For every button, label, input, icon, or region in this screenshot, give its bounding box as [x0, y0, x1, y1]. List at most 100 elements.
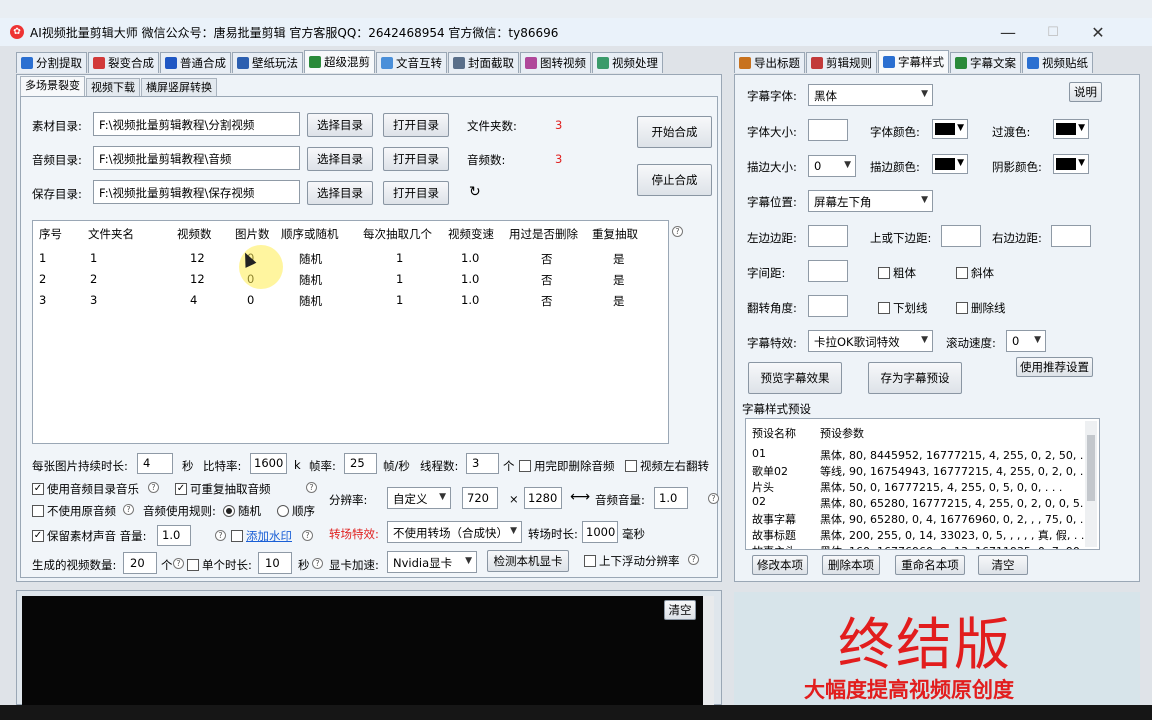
preset-row[interactable]: 01 黑体, 80, 8445952, 16777215, 4, 255, 0, …: [752, 447, 1097, 463]
res-height-input[interactable]: 1280: [524, 487, 562, 509]
position-select[interactable]: 屏幕左下角 ▼: [808, 190, 933, 212]
delete-audio-checkbox[interactable]: 用完即删除音频: [519, 458, 615, 474]
rename-preset-button[interactable]: 重命名本项: [895, 555, 965, 575]
subtab-multi-scene[interactable]: 多场景裂变: [20, 76, 85, 96]
right-margin-input[interactable]: [1051, 225, 1091, 247]
modify-preset-button[interactable]: 修改本项: [752, 555, 808, 575]
keep-volume-input[interactable]: 1.0: [157, 525, 191, 546]
help-icon[interactable]: ?: [215, 530, 226, 541]
preview-subtitle-button[interactable]: 预览字幕效果: [748, 362, 842, 394]
table-row[interactable]: 22120随机11.0否是: [33, 269, 670, 289]
save-choose-button[interactable]: 选择目录: [307, 181, 373, 205]
shadow-color-picker[interactable]: ▼: [1053, 154, 1089, 174]
help-icon[interactable]: ?: [123, 504, 134, 515]
font-select[interactable]: 黑体 ▼: [808, 84, 933, 106]
bitrate-input[interactable]: 1600: [250, 453, 287, 474]
use-audio-music-checkbox[interactable]: ✓ 使用音频目录音乐: [32, 481, 139, 497]
tb-margin-input[interactable]: [941, 225, 981, 247]
main-tab-7[interactable]: 图转视频: [520, 52, 591, 73]
help-icon[interactable]: ?: [306, 482, 317, 493]
help-icon[interactable]: ?: [173, 558, 184, 569]
clear-log-button[interactable]: 清空: [664, 600, 696, 620]
audio-open-button[interactable]: 打开目录: [383, 147, 449, 171]
help-icon[interactable]: ?: [312, 558, 323, 569]
delete-preset-button[interactable]: 删除本项: [822, 555, 880, 575]
strike-checkbox[interactable]: 删除线: [956, 300, 1006, 316]
material-dir-input[interactable]: F:\视频批量剪辑教程\分割视频: [93, 112, 300, 136]
transition-time-input[interactable]: 1000: [582, 521, 618, 543]
help-icon[interactable]: ?: [148, 482, 159, 493]
stroke-size-select[interactable]: 0 ▼: [808, 155, 856, 177]
main-tab-1[interactable]: 裂变合成: [88, 52, 159, 73]
watermark-checkbox[interactable]: 添加水印: [231, 528, 292, 544]
save-open-button[interactable]: 打开目录: [383, 181, 449, 205]
no-original-audio-checkbox[interactable]: 不使用原音频: [32, 503, 116, 519]
main-tab-6[interactable]: 封面截取: [448, 52, 519, 73]
minimize-button[interactable]: —: [988, 22, 1028, 44]
preset-row[interactable]: 片头 黑体, 50, 0, 16777215, 4, 255, 0, 5, 0, …: [752, 479, 1082, 495]
log-scrollbar[interactable]: [703, 596, 714, 705]
add-watermark-link[interactable]: 添加水印: [246, 528, 292, 544]
main-tab-3[interactable]: 壁纸玩法: [232, 52, 303, 73]
stroke-color-picker[interactable]: ▼: [932, 154, 968, 174]
bold-checkbox[interactable]: 粗体: [878, 265, 916, 281]
table-row[interactable]: 11120随机11.0否是: [33, 248, 670, 268]
main-tab-2[interactable]: 普通合成: [160, 52, 231, 73]
right-tab-0[interactable]: 导出标题: [734, 52, 805, 73]
left-margin-input[interactable]: [808, 225, 848, 247]
img-duration-input[interactable]: 4: [137, 453, 173, 474]
transition-select[interactable]: 不使用转场（合成快） ▼: [387, 521, 522, 543]
scroll-speed-select[interactable]: 0 ▼: [1006, 330, 1046, 352]
main-tab-0[interactable]: 分割提取: [16, 52, 87, 73]
clear-presets-button[interactable]: 清空: [978, 555, 1028, 575]
material-choose-button[interactable]: 选择目录: [307, 113, 373, 137]
transition-color-picker[interactable]: ▼: [1053, 119, 1089, 139]
right-tab-2[interactable]: 字幕样式: [878, 50, 949, 73]
spacing-input[interactable]: [808, 260, 848, 282]
audio-choose-button[interactable]: 选择目录: [307, 147, 373, 171]
use-recommended-button[interactable]: 使用推荐设置: [1016, 357, 1093, 377]
help-button[interactable]: 说明: [1069, 82, 1102, 102]
rotate-input[interactable]: [808, 295, 848, 317]
float-resolution-checkbox[interactable]: 上下浮动分辨率: [584, 553, 680, 569]
material-open-button[interactable]: 打开目录: [383, 113, 449, 137]
single-duration-checkbox[interactable]: 单个时长:: [187, 557, 252, 573]
refresh-icon[interactable]: ↻: [469, 184, 481, 200]
swap-icon[interactable]: ⟷: [570, 489, 590, 505]
flip-checkbox[interactable]: 视频左右翻转: [625, 458, 709, 474]
gpu-select[interactable]: Nvidia显卡 ▼: [387, 551, 477, 573]
audio-dir-input[interactable]: F:\视频批量剪辑教程\音频: [93, 146, 300, 170]
underline-checkbox[interactable]: 下划线: [878, 300, 928, 316]
count-input[interactable]: 20: [123, 552, 157, 574]
font-size-input[interactable]: [808, 119, 848, 141]
single-duration-input[interactable]: 10: [258, 552, 292, 574]
preset-row[interactable]: 02 黑体, 80, 65280, 16777215, 4, 255, 0, 2,…: [752, 495, 1097, 511]
close-button[interactable]: ✕: [1078, 22, 1118, 44]
effect-select[interactable]: 卡拉OK歌词特效 ▼: [808, 330, 933, 352]
help-icon[interactable]: ?: [708, 493, 719, 504]
random-radio[interactable]: 随机: [223, 503, 261, 519]
save-preset-button[interactable]: 存为字幕预设: [868, 362, 962, 394]
save-dir-input[interactable]: F:\视频批量剪辑教程\保存视频: [93, 180, 300, 204]
main-tab-4[interactable]: 超级混剪: [304, 50, 375, 73]
preset-row[interactable]: 故事主头 黑体, 160, 16776960, 0, 13, 16711935, …: [752, 543, 1082, 549]
preset-row[interactable]: 歌单02 等线, 90, 16754943, 16777215, 4, 255, …: [752, 463, 1097, 479]
threads-input[interactable]: 3: [466, 453, 499, 474]
detect-gpu-button[interactable]: 检测本机显卡: [487, 550, 569, 572]
preset-list[interactable]: 预设名称 预设参数 01 黑体, 80, 8445952, 16777215, 4…: [745, 418, 1100, 550]
subtab-video-download[interactable]: 视频下载: [86, 78, 140, 96]
italic-checkbox[interactable]: 斜体: [956, 265, 994, 281]
preset-row[interactable]: 故事字幕 黑体, 90, 65280, 0, 4, 16776960, 0, 2,…: [752, 511, 1097, 527]
font-color-picker[interactable]: ▼: [932, 119, 968, 139]
main-tab-8[interactable]: 视频处理: [592, 52, 663, 73]
order-radio[interactable]: 顺序: [277, 503, 315, 519]
preset-row[interactable]: 故事标题 黑体, 200, 255, 0, 14, 33023, 0, 5, , …: [752, 527, 1091, 543]
repeat-audio-checkbox[interactable]: ✓ 可重复抽取音频: [175, 481, 271, 497]
res-width-input[interactable]: 720: [462, 487, 498, 509]
stop-compose-button[interactable]: 停止合成: [637, 164, 712, 196]
right-tab-3[interactable]: 字幕文案: [950, 52, 1021, 73]
audio-volume-input[interactable]: 1.0: [654, 487, 688, 509]
preset-scrollbar[interactable]: [1085, 421, 1097, 547]
maximize-button[interactable]: ☐: [1033, 22, 1073, 44]
help-icon[interactable]: ?: [688, 554, 699, 565]
